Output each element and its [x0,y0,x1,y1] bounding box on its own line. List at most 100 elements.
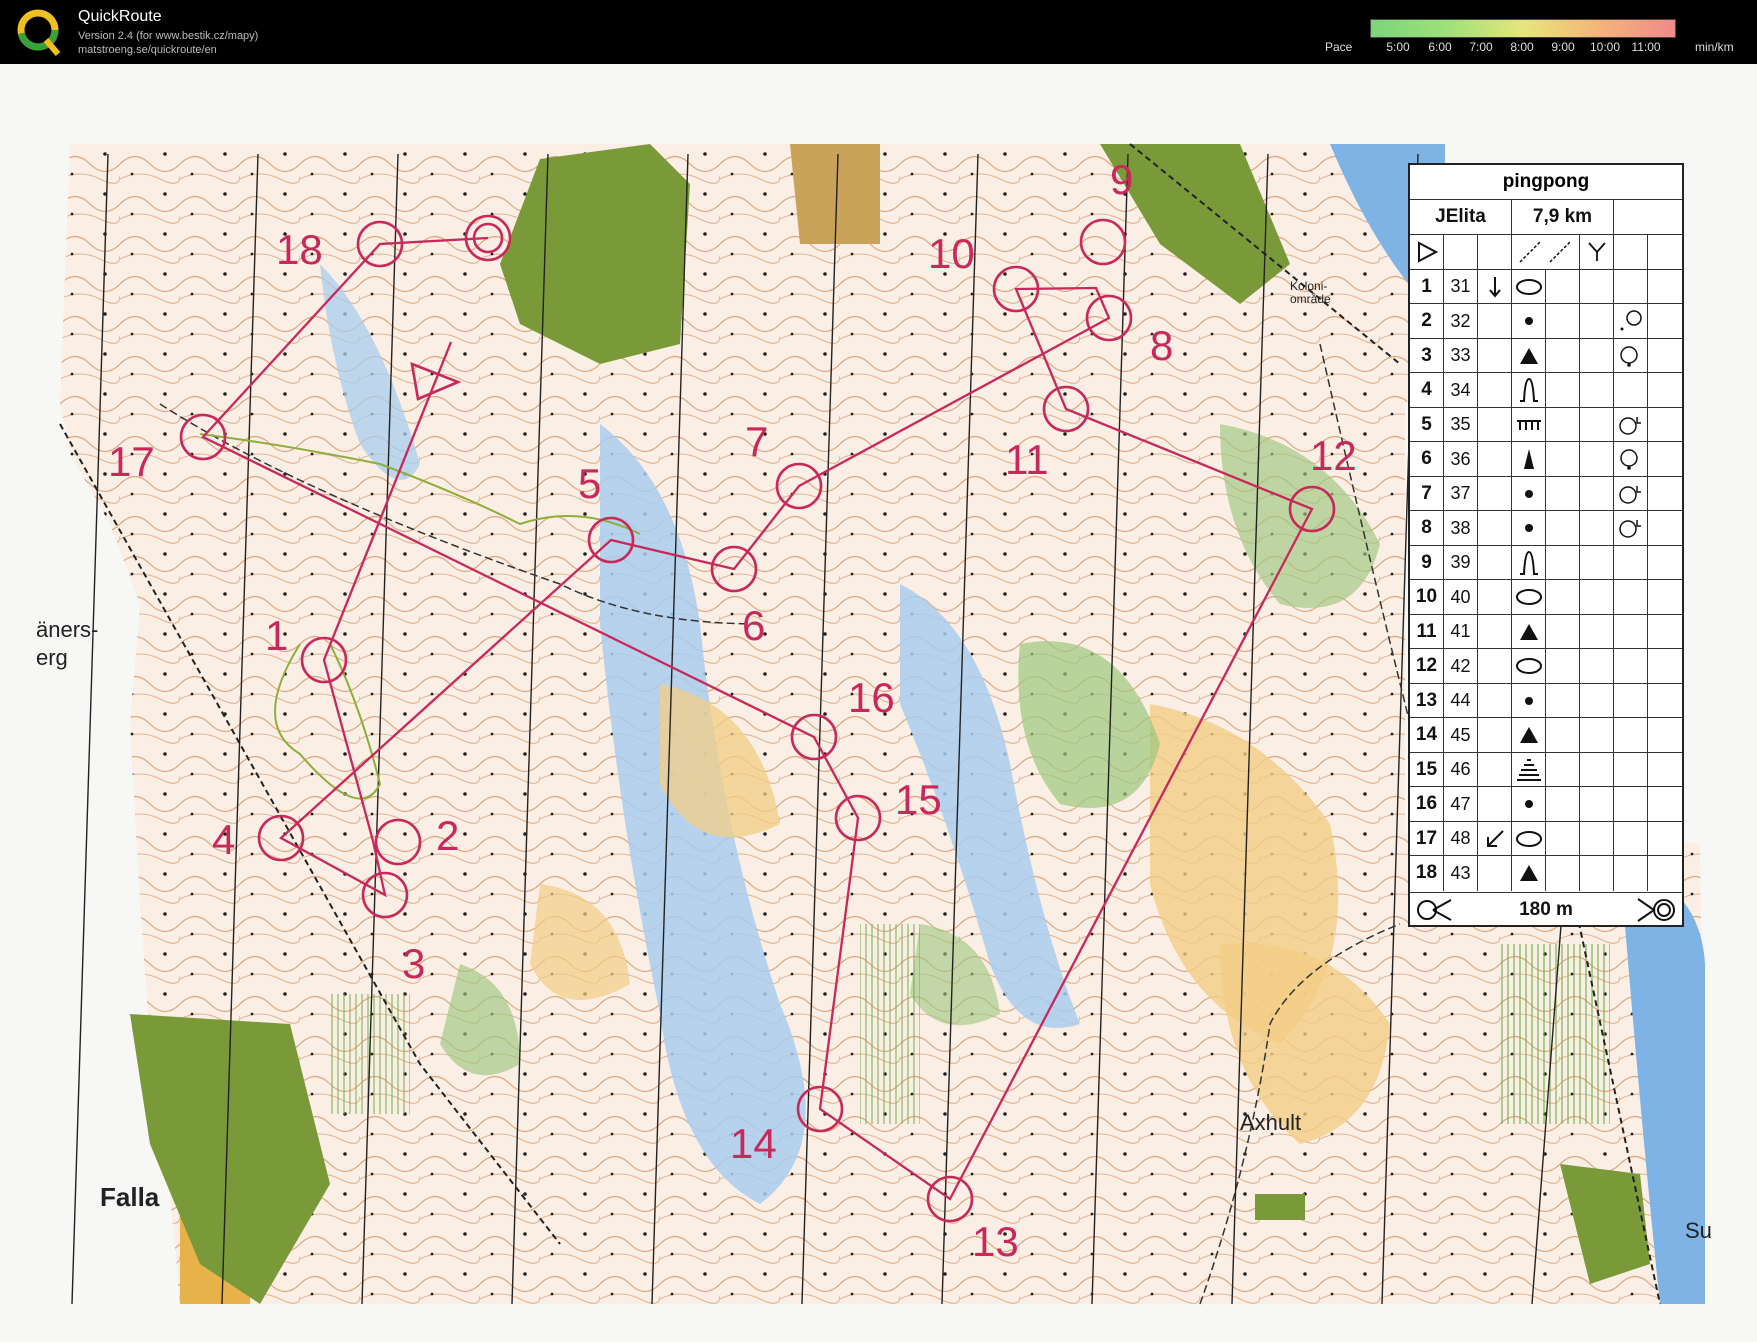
desc-cell [1580,718,1614,753]
desc-cell [1580,373,1614,408]
triangle-icon [1512,614,1546,649]
control-number-cell: 12 [1410,649,1444,684]
settlement [1255,1194,1305,1220]
direction-cell [1478,373,1512,408]
control-number-cell: 1 [1410,269,1444,304]
desc-cell [1648,753,1682,788]
desc-cell [1546,649,1580,684]
direction-cell [1478,511,1512,546]
start-symbol-icon [1410,235,1444,270]
control-number-cell: 10 [1410,580,1444,615]
control-row: 16 47 [1410,786,1682,822]
desc-cell [1580,580,1614,615]
comb-icon [1512,407,1546,442]
pace-tick: 7:00 [1469,40,1493,54]
start-row [1410,234,1682,270]
location-cell [1614,269,1648,304]
finish-end-icon [1632,893,1682,928]
control-row: 7 37 [1410,475,1682,511]
desc-cell [1648,580,1682,615]
control-number-cell: 4 [1410,373,1444,408]
control-code-cell: 34 [1444,373,1478,408]
direction-cell [1478,856,1512,891]
location-cell [1614,683,1648,718]
desc-cell [1546,856,1580,891]
control-row: 9 39 [1410,544,1682,580]
triangle-icon [1512,338,1546,373]
dot-icon [1512,787,1546,822]
control-number: 5 [578,460,602,507]
course-header-row: JElita 7,9 km [1410,199,1682,235]
control-row: 8 38 [1410,510,1682,546]
triangle-icon [1512,856,1546,891]
location-cell [1614,442,1648,477]
control-number: 14 [730,1120,777,1167]
desc-cell [1546,718,1580,753]
control-number-cell: 17 [1410,821,1444,856]
location-cell [1614,373,1648,408]
desc-cell [1580,649,1614,684]
control-code-cell: 33 [1444,338,1478,373]
desc-cell [1546,511,1580,546]
stack-icon [1512,752,1546,787]
course-class: JElita [1410,200,1512,235]
control-number: 2 [436,812,460,859]
desc-cell [1580,269,1614,304]
desc-cell [1648,270,1682,305]
desc-cell [1546,787,1580,822]
undergrowth [860,924,920,1124]
direction-cell [1478,752,1512,787]
location-cell [1614,614,1648,649]
control-number-cell: 7 [1410,476,1444,511]
direction-cell [1478,614,1512,649]
control-code-cell: 47 [1444,787,1478,822]
control-code-cell: 45 [1444,718,1478,753]
desc-cell [1580,683,1614,718]
ellipse-icon [1512,269,1546,304]
control-code-cell: 35 [1444,407,1478,442]
control-number: 6 [742,602,766,649]
desc-cell [1580,442,1614,477]
direction-cell [1478,718,1512,753]
ellipse-icon [1512,580,1546,615]
crossing-symbol-icon [1512,235,1580,270]
app-subtitle: Version 2.4 (for www.bestik.cz/mapy) mat… [78,29,258,57]
location-cell [1614,649,1648,684]
pace-tick: 10:00 [1589,40,1621,54]
desc-cell [1648,649,1682,684]
desc-cell [1546,476,1580,511]
knoll-icon [1512,545,1546,580]
desc-cell [1648,856,1682,891]
desc-cell [1580,752,1614,787]
desc-cell [1648,718,1682,753]
pace-unit: min/km [1695,40,1734,54]
control-number: 8 [1150,322,1174,369]
desc-cell [1648,408,1682,443]
location-cell [1614,821,1648,856]
location-cell [1614,580,1648,615]
app-title: QuickRoute [78,8,162,25]
location-cell [1614,718,1648,753]
desc-cell [1648,822,1682,857]
control-code-cell: 46 [1444,752,1478,787]
desc-cell [1580,545,1614,580]
location-cell [1614,856,1648,891]
control-number: 17 [108,438,155,485]
desc-cell [1546,683,1580,718]
direction-cell [1478,787,1512,822]
desc-cell [1580,511,1614,546]
ellipse-icon [1512,649,1546,684]
desc-cell [1546,407,1580,442]
direction-cell [1478,304,1512,339]
desc-cell [1580,787,1614,822]
location-cell [1614,787,1648,822]
location-cell [1614,338,1648,373]
app-header: QuickRoute Version 2.4 (for www.bestik.c… [0,0,1757,64]
pace-ticks: 5:00 6:00 7:00 8:00 9:00 10:00 11:00 [1370,40,1674,54]
direction-cell [1478,821,1512,856]
desc-cell [1580,856,1614,891]
desc-cell [1648,373,1682,408]
control-row: 14 45 [1410,717,1682,753]
control-number: 12 [1310,432,1357,479]
control-number-cell: 11 [1410,614,1444,649]
